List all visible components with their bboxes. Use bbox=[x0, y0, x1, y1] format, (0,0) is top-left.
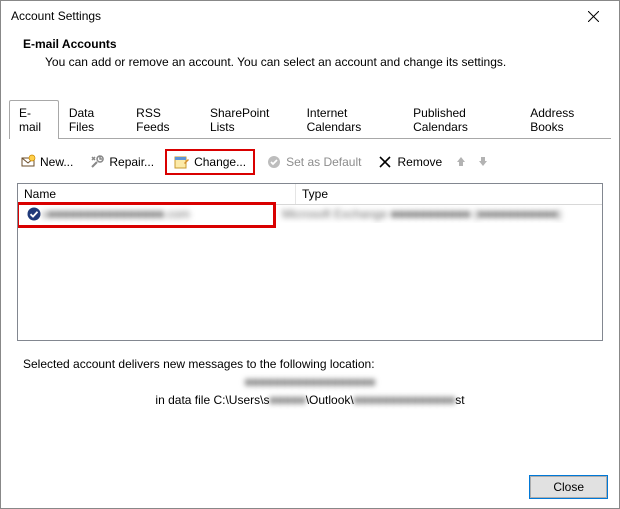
account-settings-window: Account Settings E-mail Accounts You can… bbox=[0, 0, 620, 509]
change-icon bbox=[174, 154, 190, 170]
delivery-path-part2: ■■■■■■■■■■■■■■ bbox=[354, 393, 455, 407]
tab-internet-calendars[interactable]: Internet Calendars bbox=[297, 100, 404, 139]
remove-button[interactable]: Remove bbox=[372, 151, 447, 173]
row-type-value: Microsoft Exchange ■■■■■■■■■■■ (■■■■■■■■… bbox=[282, 207, 562, 221]
repair-label: Repair... bbox=[109, 155, 154, 169]
new-icon bbox=[20, 154, 36, 170]
move-up-button[interactable] bbox=[453, 155, 469, 170]
new-button[interactable]: New... bbox=[15, 151, 78, 173]
row-type-cell: Microsoft Exchange ■■■■■■■■■■■ (■■■■■■■■… bbox=[276, 205, 602, 223]
set-default-label: Set as Default bbox=[286, 155, 361, 169]
delivery-path-prefix: in data file C:\Users\s bbox=[155, 393, 269, 407]
delivery-path-part1: ■■■■■ bbox=[269, 393, 305, 407]
heading-subtitle: You can add or remove an account. You ca… bbox=[23, 55, 603, 69]
tab-email[interactable]: E-mail bbox=[9, 100, 59, 139]
arrow-down-icon bbox=[477, 155, 489, 167]
tab-sharepoint-lists[interactable]: SharePoint Lists bbox=[200, 100, 297, 139]
set-default-button: Set as Default bbox=[261, 151, 366, 173]
tab-published-calendars[interactable]: Published Calendars bbox=[403, 100, 520, 139]
delivery-intro: Selected account delivers new messages t… bbox=[23, 357, 597, 371]
delivery-account-value: ■■■■■■■■■■■■■■■■■■ bbox=[245, 375, 375, 389]
move-down-button[interactable] bbox=[475, 155, 491, 170]
accounts-list: Name Type s■■■■■■■■■■■■■■■■.com Microsof… bbox=[17, 183, 603, 341]
heading-title: E-mail Accounts bbox=[23, 37, 603, 51]
delivery-path: in data file C:\Users\s■■■■■\Outlook\■■■… bbox=[23, 393, 597, 407]
tab-rss-feeds[interactable]: RSS Feeds bbox=[126, 100, 200, 139]
tab-data-files[interactable]: Data Files bbox=[59, 100, 126, 139]
new-label: New... bbox=[40, 155, 73, 169]
tab-strip: E-mail Data Files RSS Feeds SharePoint L… bbox=[9, 99, 611, 138]
delivery-info: Selected account delivers new messages t… bbox=[9, 341, 611, 413]
window-title: Account Settings bbox=[11, 9, 573, 23]
remove-icon bbox=[377, 154, 393, 170]
window-close-button[interactable] bbox=[573, 2, 613, 30]
delivery-path-outlook: \Outlook\ bbox=[306, 393, 354, 407]
change-label: Change... bbox=[194, 155, 246, 169]
footer: Close bbox=[530, 476, 607, 498]
change-button[interactable]: Change... bbox=[173, 153, 247, 171]
column-name[interactable]: Name bbox=[18, 184, 296, 204]
change-button-highlight: Change... bbox=[165, 149, 255, 175]
column-type[interactable]: Type bbox=[296, 184, 602, 204]
toolbar: New... Repair... Change... bbox=[9, 149, 611, 175]
delivery-account: ■■■■■■■■■■■■■■■■■■ bbox=[23, 375, 597, 389]
heading-area: E-mail Accounts You can add or remove an… bbox=[1, 31, 619, 85]
close-icon bbox=[588, 11, 599, 22]
delivery-path-suffix: st bbox=[455, 393, 464, 407]
close-button[interactable]: Close bbox=[530, 476, 607, 498]
repair-icon bbox=[89, 154, 105, 170]
titlebar: Account Settings bbox=[1, 1, 619, 31]
repair-button[interactable]: Repair... bbox=[84, 151, 159, 173]
check-circle-icon bbox=[266, 154, 282, 170]
remove-label: Remove bbox=[397, 155, 442, 169]
tab-address-books[interactable]: Address Books bbox=[520, 100, 611, 139]
row-highlight-annotation bbox=[17, 202, 276, 228]
tab-panel: New... Repair... Change... bbox=[9, 138, 611, 413]
arrow-up-icon bbox=[455, 155, 467, 167]
